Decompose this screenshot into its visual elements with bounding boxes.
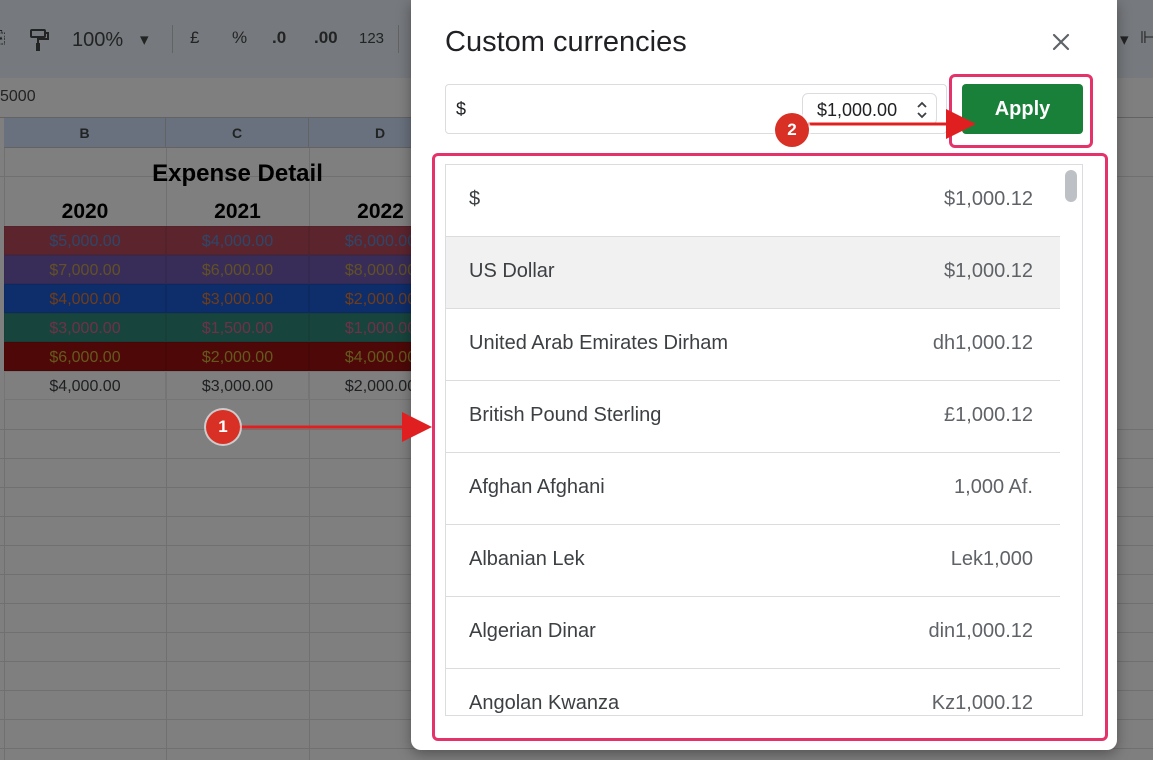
preview-value-select[interactable]: $1,000.00 (802, 93, 937, 125)
close-icon (1052, 33, 1070, 51)
up-down-arrows-icon (917, 101, 927, 119)
dialog-title: Custom currencies (445, 26, 687, 58)
step-badge-1: 1 (206, 410, 240, 444)
close-button[interactable] (1047, 28, 1075, 56)
currency-list-highlight-box (432, 153, 1108, 741)
preview-value: $1,000.00 (817, 100, 898, 120)
apply-highlight-box (949, 74, 1093, 148)
currency-format-input[interactable] (456, 97, 756, 121)
currency-format-field[interactable]: $1,000.00 (445, 84, 947, 134)
step-badge-2: 2 (775, 113, 809, 147)
